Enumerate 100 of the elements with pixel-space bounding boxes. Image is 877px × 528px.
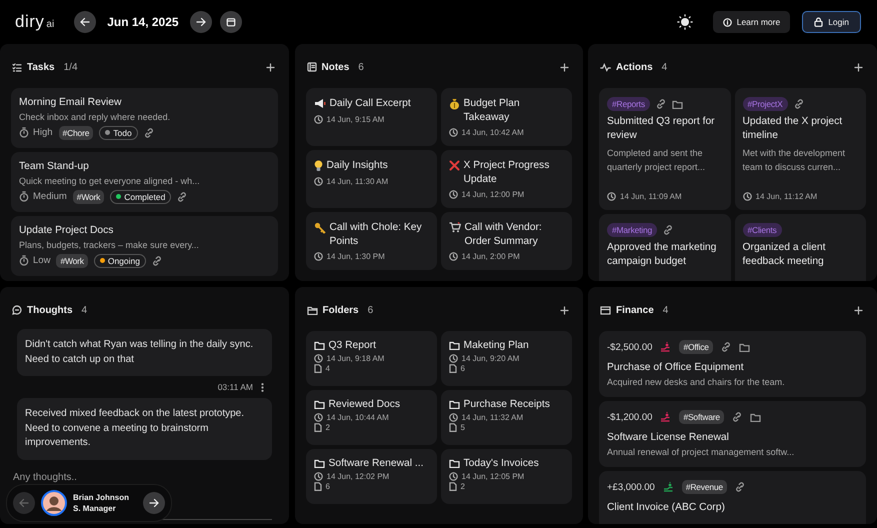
note-title: Call with Chole: Key Points bbox=[330, 221, 423, 248]
add-button[interactable] bbox=[266, 62, 275, 72]
file-icon bbox=[448, 364, 456, 372]
transaction-card[interactable]: -$1,200.00 #Software Software License Renewal Annual renewal of project management softw... bbox=[599, 401, 866, 467]
task-card[interactable]: Morning Email Review Check inbox and reply where needed. High #Chore Todo bbox=[11, 88, 278, 148]
kebab-icon bbox=[261, 382, 264, 392]
card-icon bbox=[600, 306, 611, 314]
clock-icon bbox=[742, 192, 752, 201]
previous-user-button[interactable] bbox=[13, 492, 35, 514]
tag: #Reports bbox=[607, 97, 650, 111]
folder-name: Purchase Receipts bbox=[464, 398, 550, 412]
transaction-description: Acquired new desks and chairs for the team. bbox=[607, 376, 786, 386]
login-button[interactable]: Login bbox=[802, 11, 861, 33]
activity-icon bbox=[600, 62, 611, 72]
panel-title: Thoughts bbox=[27, 304, 73, 316]
file-icon bbox=[448, 482, 456, 490]
item-count: 4 bbox=[82, 304, 88, 316]
folder-card[interactable]: Today's Invoices 14 Jun, 12:05 PM 2 bbox=[440, 449, 572, 504]
transaction-card[interactable]: -$2,500.00 #Office Purchase of Office Equipment Acquired new desks and chairs for the team. bbox=[599, 331, 866, 397]
info-icon bbox=[722, 18, 732, 26]
note-card[interactable]: Daily Call Excerpt 14 Jun, 9:15 AM bbox=[306, 88, 436, 146]
timestamp: 14 Jun, 1:30 PM bbox=[326, 252, 385, 261]
thought-text: Received mixed feedback on the latest prototype. Need to convene a meeting to brainstorm improvements. bbox=[25, 408, 244, 448]
folder-card[interactable]: Purchase Receipts 14 Jun, 11:32 AM 5 bbox=[440, 390, 572, 445]
task-title: Morning Email Review bbox=[19, 96, 122, 110]
transaction-title: Purchase of Office Equipment bbox=[607, 361, 745, 374]
clock-icon bbox=[607, 192, 616, 201]
add-button[interactable] bbox=[854, 306, 863, 314]
tag: #Chore bbox=[58, 126, 94, 140]
arrow-left-icon bbox=[19, 498, 29, 508]
file-count: 5 bbox=[460, 422, 465, 432]
notebook-icon bbox=[306, 62, 316, 72]
add-button[interactable] bbox=[854, 62, 863, 72]
file-icon bbox=[448, 422, 456, 432]
user-name: Brian Johnson bbox=[73, 492, 130, 503]
timestamp: 14 Jun, 11:32 AM bbox=[462, 412, 524, 422]
note-card[interactable]: Call with Vendor: Order Summary 14 Jun, 2:00 PM bbox=[440, 212, 572, 270]
transaction-description: Annual renewal of project management softw... bbox=[607, 446, 796, 456]
megaphone-icon bbox=[314, 98, 326, 109]
amount: -$2,500.00 bbox=[607, 342, 652, 352]
task-description: Check inbox and reply where needed. bbox=[19, 112, 172, 122]
note-card[interactable]: X Project Progress Update 14 Jun, 12:00 PM bbox=[440, 150, 572, 208]
timestamp: 03:11 AM bbox=[218, 382, 253, 392]
add-button[interactable] bbox=[560, 62, 568, 72]
previous-day-button[interactable] bbox=[74, 11, 96, 33]
plus-icon bbox=[854, 306, 863, 314]
add-button[interactable] bbox=[560, 306, 568, 314]
clock-icon bbox=[314, 354, 322, 362]
action-card[interactable]: #Marketing Approved the marketing campaign budget bbox=[599, 214, 730, 281]
note-card[interactable]: Daily Insights 14 Jun, 11:30 AM bbox=[306, 150, 436, 208]
task-title: Update Project Docs bbox=[19, 224, 114, 238]
action-card[interactable]: #Reports Submitted Q3 report for review Completed and sent the quarterly project report... 14 Jun, 11:09 AM bbox=[599, 88, 730, 210]
stopwatch-icon bbox=[19, 127, 29, 138]
calendar-button[interactable] bbox=[220, 11, 242, 33]
arrow-right-icon bbox=[149, 498, 160, 508]
cross-icon bbox=[448, 160, 460, 171]
action-card[interactable]: #ProjectX Updated the X project timeline Met with the development team to discuss curren... 14 Jun, 11:12 AM bbox=[734, 88, 866, 210]
clock-icon bbox=[314, 412, 322, 422]
next-user-button[interactable] bbox=[143, 492, 166, 514]
note-title: Call with Vendor: Order Summary bbox=[464, 221, 543, 248]
theme-toggle-button[interactable] bbox=[676, 14, 693, 30]
timestamp: 14 Jun, 12:00 PM bbox=[462, 190, 524, 199]
item-count: 6 bbox=[358, 62, 364, 72]
folder-card[interactable]: Software Renewal ... 14 Jun, 12:02 PM 6 bbox=[306, 449, 436, 504]
clock-icon bbox=[448, 252, 458, 261]
transaction-title: Software License Renewal bbox=[607, 431, 730, 444]
priority-label: High bbox=[33, 127, 53, 138]
panel-title: Notes bbox=[322, 62, 350, 72]
thought-input-field[interactable]: Any thoughts.. bbox=[13, 470, 133, 485]
timestamp: 14 Jun, 2:00 PM bbox=[462, 252, 520, 261]
task-title: Team Stand-up bbox=[19, 160, 90, 174]
action-title: Updated the X project timeline bbox=[742, 115, 844, 142]
more-options-button[interactable] bbox=[261, 382, 264, 392]
clock-icon bbox=[448, 128, 458, 137]
logo-suffix: ai bbox=[46, 19, 54, 30]
action-description: Completed and sent the quarterly project report... bbox=[607, 147, 706, 174]
learn-more-button[interactable]: Learn more bbox=[712, 11, 790, 33]
folder-icon bbox=[314, 341, 324, 350]
lock-icon bbox=[814, 17, 824, 27]
timestamp: 14 Jun, 11:09 AM bbox=[620, 192, 682, 201]
panel-title: Tasks bbox=[27, 62, 55, 72]
action-title: Submitted Q3 report for review bbox=[607, 115, 716, 142]
note-card[interactable]: Call with Chole: Key Points 14 Jun, 1:30 PM bbox=[306, 212, 436, 270]
note-card[interactable]: Budget Plan Takeaway 14 Jun, 10:42 AM bbox=[440, 88, 572, 146]
task-card[interactable]: Update Project Docs Plans, budgets, trackers – make sure every... Low #Work Ongoing bbox=[11, 216, 278, 276]
action-card[interactable]: #Clients Organized a client feedback meeting bbox=[734, 214, 866, 281]
transaction-card[interactable]: +£3,000.00 #Revenue Client Invoice (ABC Corp) bbox=[599, 471, 866, 524]
plus-icon bbox=[560, 62, 568, 72]
checklist-icon bbox=[12, 62, 22, 72]
next-day-button[interactable] bbox=[190, 11, 212, 33]
folder-card[interactable]: Reviewed Docs 14 Jun, 10:44 AM 2 bbox=[306, 390, 436, 445]
folder-name: Software Renewal ... bbox=[328, 457, 424, 470]
folder-name: Reviewed Docs bbox=[328, 398, 400, 412]
folder-card[interactable]: Maketing Plan 14 Jun, 9:20 AM 6 bbox=[440, 331, 572, 386]
logo: diry bbox=[15, 12, 44, 32]
plus-icon bbox=[266, 62, 275, 72]
task-card[interactable]: Team Stand-up Quick meeting to get everyone aligned - wh... Medium #Work Completed bbox=[11, 152, 278, 212]
folder-card[interactable]: Q3 Report 14 Jun, 9:18 AM 4 bbox=[306, 331, 436, 386]
folder-icon bbox=[448, 400, 460, 410]
tag: #Clients bbox=[742, 223, 782, 237]
